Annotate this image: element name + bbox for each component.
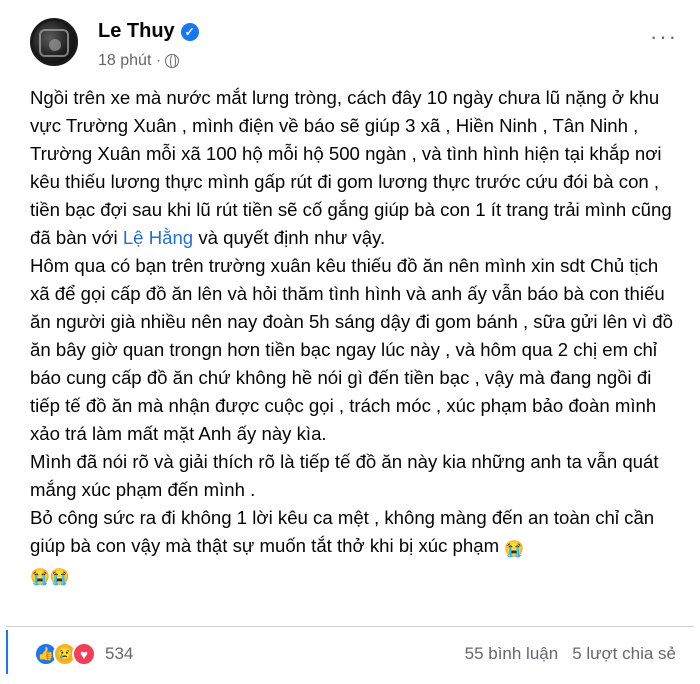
post-paragraph-emoji: 😭😭 [30, 560, 680, 588]
post-paragraph: Mình đã nói rõ và giải thích rõ là tiếp … [30, 451, 659, 500]
post-footer: 👍 😢 ♥ 534 55 bình luận 5 lượt chia sẻ [28, 638, 678, 672]
more-options-icon[interactable]: ··· [650, 24, 678, 50]
post-meta: 18 phút · [98, 52, 180, 70]
post-card: Le Thuy ✓ 18 phút · ··· Ngồi trên xe mà … [6, 0, 694, 684]
verified-badge-icon: ✓ [180, 22, 199, 41]
crying-face-icon: 😭 [30, 569, 50, 586]
public-globe-icon [165, 54, 180, 69]
author-name[interactable]: Le Thuy [98, 20, 175, 43]
post-body: Ngồi trên xe mà nước mắt lưng tròng, các… [30, 84, 680, 588]
mention-link[interactable]: Lệ Hằng [123, 227, 193, 248]
love-reaction-icon: ♥ [72, 642, 96, 666]
post-paragraph: Ngồi trên xe mà nước mắt lưng tròng, các… [30, 87, 672, 248]
reaction-summary[interactable]: 👍 😢 ♥ 534 [34, 642, 133, 666]
engagement-stats: 55 bình luận 5 lượt chia sẻ [465, 644, 676, 664]
post-time[interactable]: 18 phút · [98, 52, 161, 70]
avatar[interactable] [30, 18, 78, 66]
post-paragraph: Hôm qua có bạn trên trường xuân kêu thiế… [30, 255, 673, 444]
shares-count[interactable]: 5 lượt chia sẻ [572, 644, 676, 664]
author-name-row: Le Thuy ✓ [98, 20, 199, 43]
post-header: Le Thuy ✓ 18 phút · ··· [24, 14, 684, 76]
crying-face-icon: 😭 [504, 541, 525, 558]
crying-face-icon: 😭 [49, 569, 70, 586]
avatar-mark [49, 39, 61, 51]
post-paragraph: Bỏ công sức ra đi không 1 lời kêu ca mệt… [30, 507, 655, 558]
left-accent-bar [6, 630, 8, 674]
reaction-count[interactable]: 534 [105, 644, 133, 664]
comments-count[interactable]: 55 bình luận [465, 644, 559, 664]
divider [6, 626, 694, 627]
